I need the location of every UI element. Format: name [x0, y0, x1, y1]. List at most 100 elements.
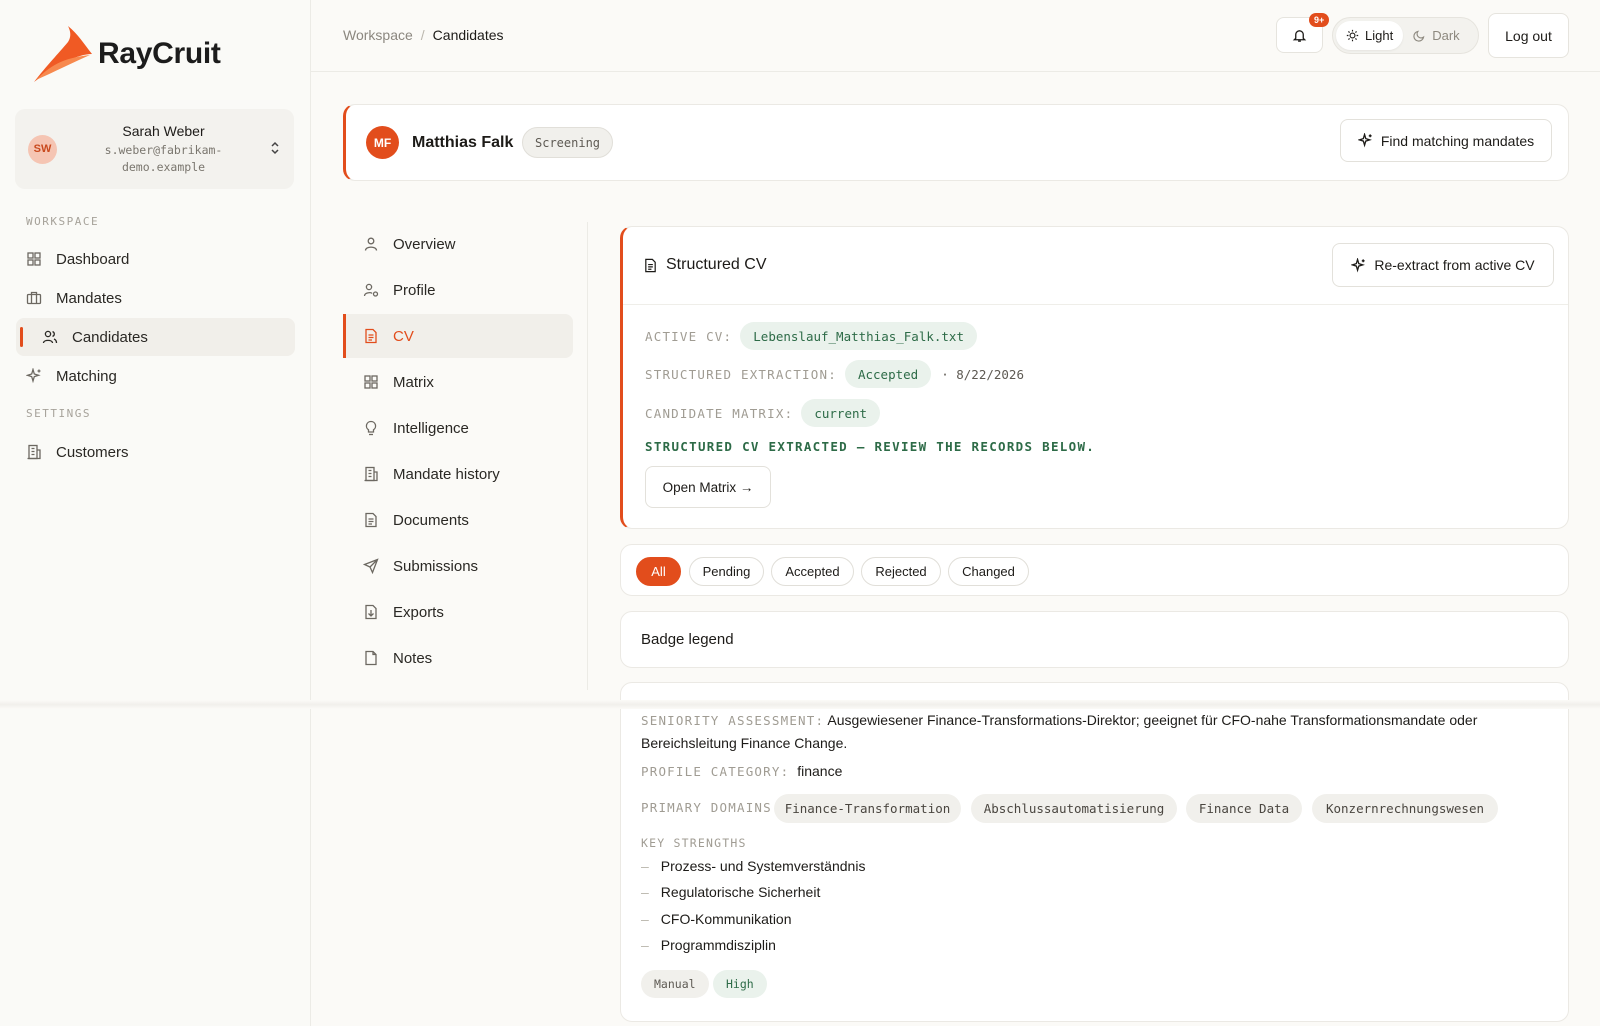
theme-dark-option[interactable]: Dark — [1403, 21, 1469, 50]
notification-count-badge: 9+ — [1309, 13, 1330, 27]
badge-legend-card[interactable]: Badge legend — [620, 611, 1569, 668]
extraction-row: STRUCTURED EXTRACTION: Accepted · 8/22/2… — [645, 360, 1024, 388]
grid-icon — [26, 251, 46, 267]
sun-icon — [1346, 29, 1359, 42]
subnav-item-documents[interactable]: Documents — [343, 498, 573, 542]
theme-light-option[interactable]: Light — [1336, 21, 1404, 50]
lightbulb-icon — [363, 420, 381, 436]
user-email: s.weber@fabrikam- demo.example — [104, 142, 223, 174]
sidebar-item-mandates[interactable]: Mandates — [16, 279, 295, 317]
bell-icon — [1292, 29, 1307, 42]
filter-pending[interactable]: Pending — [689, 557, 764, 586]
matrix-status-badge: current — [801, 399, 881, 427]
sparkle-icon — [1357, 133, 1372, 148]
avatar: SW — [28, 134, 57, 164]
candidate-subnav: Overview Profile CV Matrix Intelligence … — [343, 222, 588, 690]
user-switcher[interactable]: SW Sarah Weber s.weber@fabrikam- demo.ex… — [15, 109, 294, 189]
record-filter-bar: All Pending Accepted Rejected Changed — [620, 544, 1569, 596]
app-name: RayCruit — [98, 37, 221, 70]
grid-icon — [363, 374, 381, 390]
document-icon — [363, 328, 381, 344]
extraction-status-badge: Accepted — [844, 360, 932, 388]
domain-chip: Abschlussautomatisierung — [971, 794, 1177, 823]
filter-changed[interactable]: Changed — [948, 557, 1029, 586]
active-cv-row: ACTIVE CV: Lebenslauf_Matthias_Falk.txt — [645, 322, 977, 350]
sidebar-item-label: Customers — [56, 443, 129, 461]
user-cog-icon — [363, 282, 381, 298]
confidence-badge: High — [713, 970, 767, 998]
candidate-avatar: MF — [366, 126, 399, 159]
breadcrumb-separator: / — [420, 27, 425, 43]
key-strengths-label: KEY STRENGTHS — [641, 836, 747, 850]
sidebar-item-dashboard[interactable]: Dashboard — [16, 240, 295, 278]
sidebar: RayCruit SW Sarah Weber s.weber@fabrikam… — [0, 0, 311, 1026]
status-badge: Screening — [522, 127, 614, 158]
sparkle-icon — [26, 368, 46, 384]
user-name: Sarah Weber — [122, 122, 205, 139]
matrix-row: CANDIDATE MATRIX: current — [645, 399, 881, 427]
topbar: Workspace / Candidates 9+ Light Dark Log o… — [311, 0, 1600, 72]
section-label-settings: SETTINGS — [26, 407, 91, 420]
theme-toggle[interactable]: Light Dark — [1332, 17, 1479, 54]
breadcrumb-workspace[interactable]: Workspace — [343, 27, 413, 43]
subnav-item-notes[interactable]: Notes — [343, 636, 573, 680]
cv-card-title: Structured CV — [643, 256, 766, 274]
list-item: – CFO-Kommunikation — [641, 911, 792, 927]
building-icon — [26, 444, 46, 460]
logo-icon — [34, 26, 92, 82]
briefcase-icon — [26, 290, 46, 306]
document-icon — [645, 258, 656, 272]
send-icon — [363, 558, 381, 574]
sidebar-item-label: Dashboard — [56, 250, 130, 268]
app-logo[interactable]: RayCruit — [28, 24, 221, 84]
candidate-name: Matthias Falk — [412, 134, 514, 151]
breadcrumb: Workspace / Candidates — [343, 27, 504, 43]
active-cv-file[interactable]: Lebenslauf_Matthias_Falk.txt — [740, 322, 977, 350]
scroll-seam-divider — [0, 700, 1600, 709]
extraction-message: STRUCTURED CV EXTRACTED — REVIEW THE REC… — [645, 439, 1096, 454]
find-matching-mandates-button[interactable]: Find matching mandates — [1340, 119, 1552, 162]
subnav-item-overview[interactable]: Overview — [343, 222, 573, 266]
sidebar-item-customers[interactable]: Customers — [16, 433, 295, 471]
subnav-item-cv[interactable]: CV — [343, 314, 573, 358]
breadcrumb-current: Candidates — [432, 27, 504, 43]
note-icon — [363, 650, 381, 666]
primary-domains-label: PRIMARY DOMAINS: — [641, 800, 781, 815]
sidebar-item-label: Matching — [56, 367, 117, 385]
chevron-up-down-icon — [270, 141, 280, 158]
seniority-record-card: SENIORITY ASSESSMENT: Ausgewiesener Fina… — [620, 682, 1569, 1022]
notifications-button[interactable]: 9+ — [1276, 13, 1330, 53]
filter-rejected[interactable]: Rejected — [861, 557, 941, 586]
domain-chip: Finance-Transformation — [774, 794, 961, 823]
sidebar-item-matching[interactable]: Matching — [16, 357, 295, 395]
open-matrix-button[interactable]: Open Matrix → — [645, 466, 771, 508]
file-export-icon — [363, 604, 381, 620]
subnav-item-exports[interactable]: Exports — [343, 590, 573, 634]
profile-category: PROFILE CATEGORY: finance — [641, 763, 843, 779]
subnav-item-intelligence[interactable]: Intelligence — [343, 406, 573, 450]
subnav-item-profile[interactable]: Profile — [343, 268, 573, 312]
sparkle-icon — [1351, 257, 1366, 273]
seniority-assessment: SENIORITY ASSESSMENT: Ausgewiesener Fina… — [641, 712, 1478, 751]
filter-all[interactable]: All — [636, 557, 681, 586]
section-label-workspace: WORKSPACE — [26, 215, 100, 228]
badge-legend-title: Badge legend — [641, 631, 734, 648]
sidebar-item-label: Mandates — [56, 289, 122, 307]
sidebar-item-candidates[interactable]: Candidates — [16, 318, 295, 356]
extraction-date: · 8/22/2026 — [941, 366, 1024, 382]
subnav-item-mandate-history[interactable]: Mandate history — [343, 452, 573, 496]
filter-accepted[interactable]: Accepted — [771, 557, 854, 586]
subnav-item-matrix[interactable]: Matrix — [343, 360, 573, 404]
subnav-item-submissions[interactable]: Submissions — [343, 544, 573, 588]
domain-chip: Finance Data — [1186, 794, 1302, 823]
building-icon — [363, 466, 381, 482]
moon-icon — [1413, 30, 1425, 42]
logout-button[interactable]: Log out — [1488, 13, 1569, 58]
structured-cv-card: Structured CV Re-extract from active CV … — [620, 226, 1569, 529]
list-item: – Programmdisziplin — [641, 937, 776, 953]
re-extract-button[interactable]: Re-extract from active CV — [1332, 243, 1554, 287]
divider — [623, 304, 1568, 305]
domain-chip: Konzernrechnungswesen — [1312, 794, 1498, 823]
user-icon — [363, 236, 381, 252]
list-item: – Regulatorische Sicherheit — [641, 884, 821, 900]
